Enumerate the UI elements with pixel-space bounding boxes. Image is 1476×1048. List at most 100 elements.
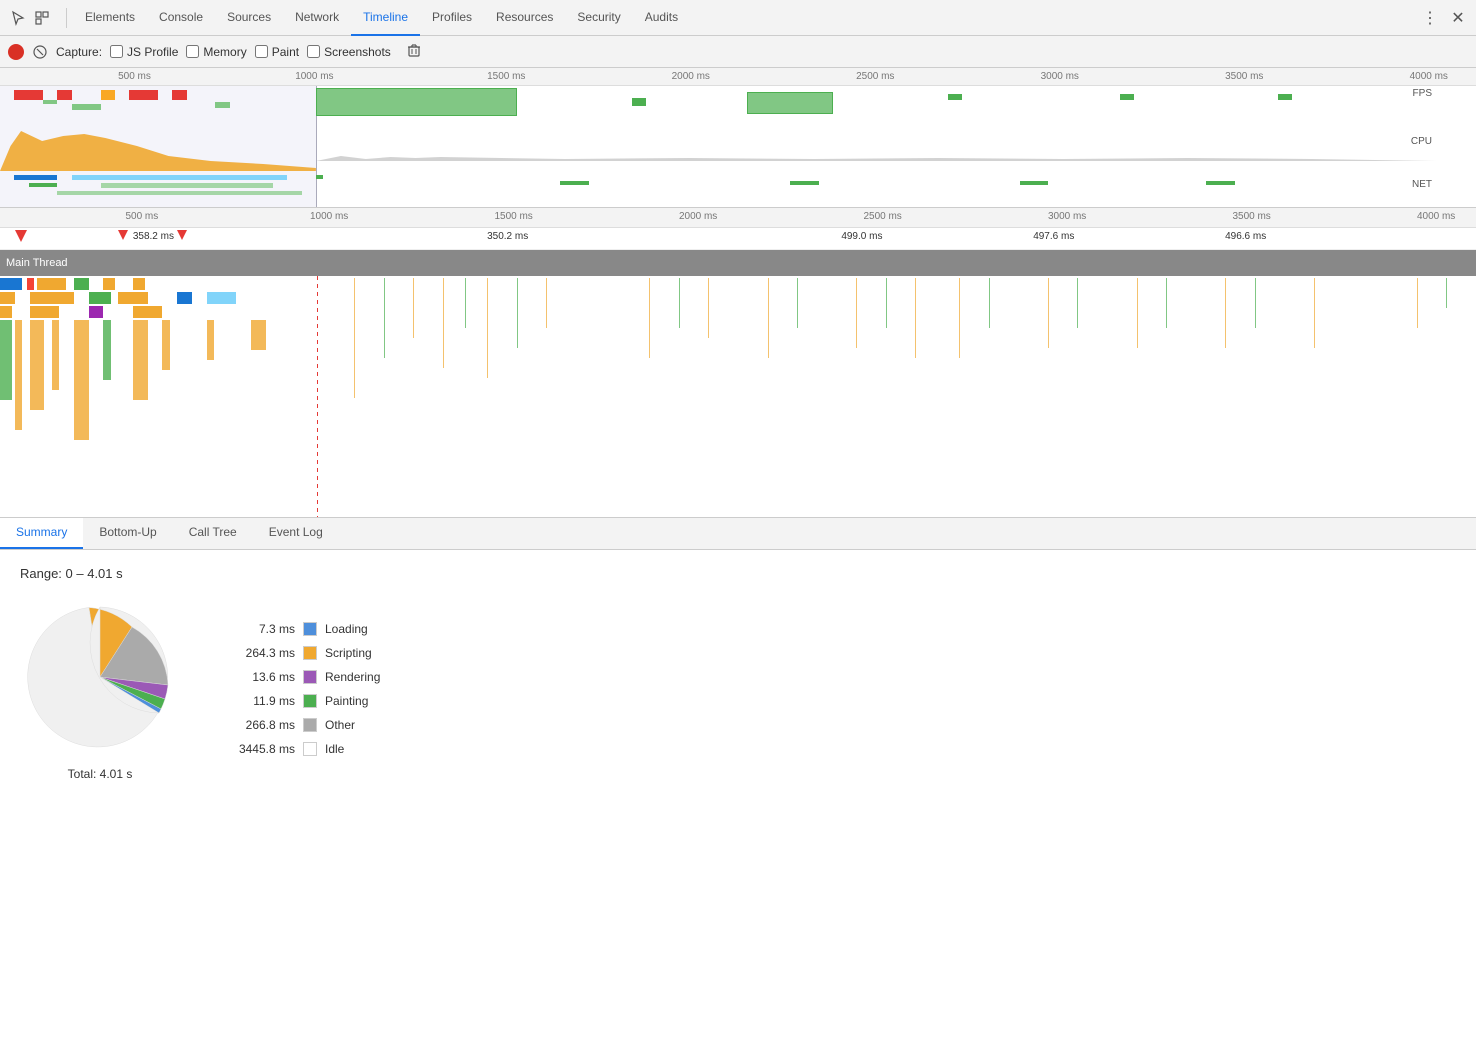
tab-network[interactable]: Network (283, 0, 351, 36)
cpu-row: CPU (0, 126, 1436, 171)
toolbar-separator (66, 8, 67, 28)
trash-icon[interactable] (407, 43, 421, 60)
flame-vbar-4 (443, 278, 444, 368)
flame-vbar-17 (959, 278, 960, 358)
memory-checkbox[interactable]: Memory (186, 45, 246, 59)
layers-icon[interactable] (32, 8, 52, 28)
time-marker-500: 500 ms (118, 71, 151, 82)
js-profile-checkbox[interactable]: JS Profile (110, 45, 178, 59)
flame-vbar-22 (1166, 278, 1167, 328)
panel-tabs: Summary Bottom-Up Call Tree Event Log (0, 518, 1476, 550)
flame-chart-area[interactable]: 500 ms 1000 ms 1500 ms 2000 ms 2500 ms 3… (0, 208, 1476, 518)
paint-checkbox[interactable]: Paint (255, 45, 299, 59)
scripting-value: 264.3 ms (220, 646, 295, 660)
legend: 7.3 ms Loading 264.3 ms Scripting 13.6 m… (220, 622, 380, 756)
flame-marker-2500: 2500 ms (863, 211, 901, 222)
tab-call-tree[interactable]: Call Tree (173, 517, 253, 549)
tab-profiles[interactable]: Profiles (420, 0, 484, 36)
painting-label: Painting (325, 694, 368, 708)
time-marker-4000: 4000 ms (1410, 71, 1448, 82)
flame-bar-12 (207, 292, 237, 304)
flame-bar-1 (0, 278, 22, 290)
fps-label: FPS (1413, 88, 1436, 99)
cursor-icon[interactable] (8, 8, 28, 28)
main-toolbar: Elements Console Sources Network Timelin… (0, 0, 1476, 36)
flame-tall-3 (30, 320, 45, 410)
other-value: 266.8 ms (220, 718, 295, 732)
flame-bar-5 (103, 278, 115, 290)
legend-rendering: 13.6 ms Rendering (220, 670, 380, 684)
bottom-panel: Summary Bottom-Up Call Tree Event Log Ra… (0, 518, 1476, 1048)
tab-security[interactable]: Security (565, 0, 632, 36)
summary-content: Range: 0 – 4.01 s (0, 550, 1476, 1048)
main-thread-header: Main Thread (0, 250, 1476, 276)
tab-event-log[interactable]: Event Log (253, 517, 339, 549)
tab-elements[interactable]: Elements (73, 0, 147, 36)
time-marker-1500: 1500 ms (487, 71, 525, 82)
flame-vbar-9 (649, 278, 650, 358)
tab-audits[interactable]: Audits (633, 0, 690, 36)
close-icon[interactable]: ✕ (1448, 8, 1468, 28)
legend-painting: 11.9 ms Painting (220, 694, 380, 708)
flame-tall-1 (0, 320, 12, 400)
flame-bar-9 (89, 292, 111, 304)
flame-canvas[interactable] (0, 276, 1476, 517)
legend-loading: 7.3 ms Loading (220, 622, 380, 636)
flame-bar-16 (133, 306, 163, 318)
idle-label: Idle (325, 742, 344, 756)
flame-vbar-11 (708, 278, 709, 338)
tab-bottom-up[interactable]: Bottom-Up (83, 517, 172, 549)
capture-label: Capture: (56, 45, 102, 59)
rendering-value: 13.6 ms (220, 670, 295, 684)
clear-button[interactable] (32, 44, 48, 60)
record-button[interactable] (8, 44, 24, 60)
overview-time-ruler: 500 ms 1000 ms 1500 ms 2000 ms 2500 ms 3… (0, 68, 1476, 86)
flame-vbar-19 (1048, 278, 1049, 348)
flame-bar-8 (30, 292, 74, 304)
flame-bar-11 (177, 292, 192, 304)
flame-tall-2 (15, 320, 22, 430)
flame-bar-14 (30, 306, 60, 318)
nav-tabs: Elements Console Sources Network Timelin… (73, 0, 690, 36)
tab-summary[interactable]: Summary (0, 517, 83, 549)
flame-bar-10 (118, 292, 148, 304)
time-marker-3500: 3500 ms (1225, 71, 1263, 82)
timeline-overview[interactable]: 500 ms 1000 ms 1500 ms 2000 ms 2500 ms 3… (0, 68, 1476, 208)
flame-vbar-27 (1446, 278, 1447, 308)
flame-vbar-8 (546, 278, 547, 328)
legend-other: 266.8 ms Other (220, 718, 380, 732)
flame-tall-8 (162, 320, 169, 370)
cpu-label: CPU (1411, 136, 1436, 147)
flame-tall-7 (133, 320, 148, 400)
timing-value-3: 499.0 ms (841, 231, 882, 242)
flame-tall-9 (207, 320, 214, 360)
flame-bar-15 (89, 306, 104, 318)
tab-console[interactable]: Console (147, 0, 215, 36)
flame-vbar-14 (856, 278, 857, 348)
timing-marker-1 (15, 230, 27, 242)
flame-bar-4 (74, 278, 89, 290)
screenshots-checkbox[interactable]: Screenshots (307, 45, 391, 59)
tab-sources[interactable]: Sources (215, 0, 283, 36)
flame-vbar-24 (1255, 278, 1256, 328)
flame-vbar-21 (1137, 278, 1138, 348)
tab-timeline[interactable]: Timeline (351, 0, 420, 36)
flame-bar-6 (133, 278, 145, 290)
more-options-icon[interactable]: ⋮ (1420, 8, 1440, 28)
timing-value-2: 350.2 ms (487, 231, 528, 242)
flame-vbar-2 (384, 278, 385, 358)
flame-chart-ruler: 500 ms 1000 ms 1500 ms 2000 ms 2500 ms 3… (0, 208, 1476, 228)
time-marker-2000: 2000 ms (672, 71, 710, 82)
net-label: NET (1412, 179, 1436, 190)
tab-resources[interactable]: Resources (484, 0, 565, 36)
flame-vbar-13 (797, 278, 798, 328)
flame-vbar-1 (354, 278, 355, 398)
idle-color (303, 742, 317, 756)
pie-chart (20, 597, 180, 757)
timing-value-1: 358.2 ms (133, 231, 174, 242)
flame-marker-4000: 4000 ms (1417, 211, 1455, 222)
flame-vbar-12 (768, 278, 769, 358)
flame-tall-6 (103, 320, 110, 380)
other-label: Other (325, 718, 355, 732)
legend-idle: 3445.8 ms Idle (220, 742, 380, 756)
